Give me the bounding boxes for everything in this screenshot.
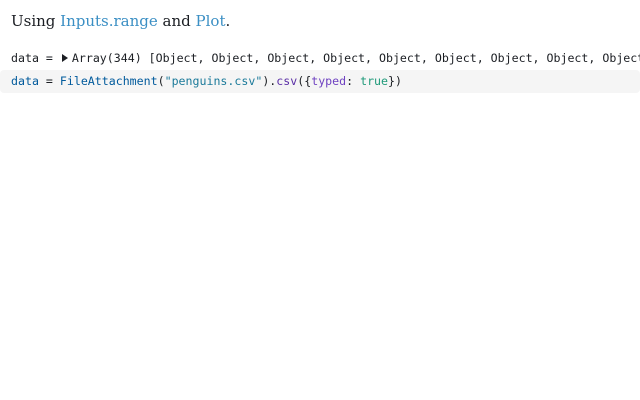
code-variable: data (11, 74, 39, 88)
output-variable-name: data (11, 51, 39, 65)
cell-output: data = Array(344) [Object, Object, Objec… (11, 49, 640, 67)
plot-link[interactable]: Plot (196, 12, 226, 30)
code-method: csv (276, 74, 298, 88)
code-close-object: }) (388, 74, 402, 88)
code-close-paren: ). (262, 74, 277, 88)
expand-caret-icon[interactable] (61, 54, 68, 62)
code-string-arg: "penguins.csv" (164, 74, 263, 88)
code-colon: : (346, 74, 361, 88)
code-assign: = (38, 74, 60, 88)
intro-middle: and (157, 12, 196, 30)
output-equals: = (38, 51, 60, 65)
code-function: FileAttachment (59, 74, 158, 88)
output-array-summary[interactable]: Array(344) [Object, Object, Object, Obje… (72, 51, 640, 65)
intro-paragraph: Using Inputs.range and Plot. (11, 10, 230, 32)
code-open-paren: ( (157, 74, 165, 88)
intro-suffix: . (225, 12, 231, 30)
inputs-range-link[interactable]: Inputs.range (60, 12, 158, 30)
intro-prefix: Using (11, 12, 61, 30)
code-object-key: typed (311, 74, 347, 88)
code-open-object: ({ (297, 74, 312, 88)
code-boolean-value: true (360, 74, 389, 88)
code-cell[interactable]: data = FileAttachment("penguins.csv").cs… (0, 70, 640, 93)
